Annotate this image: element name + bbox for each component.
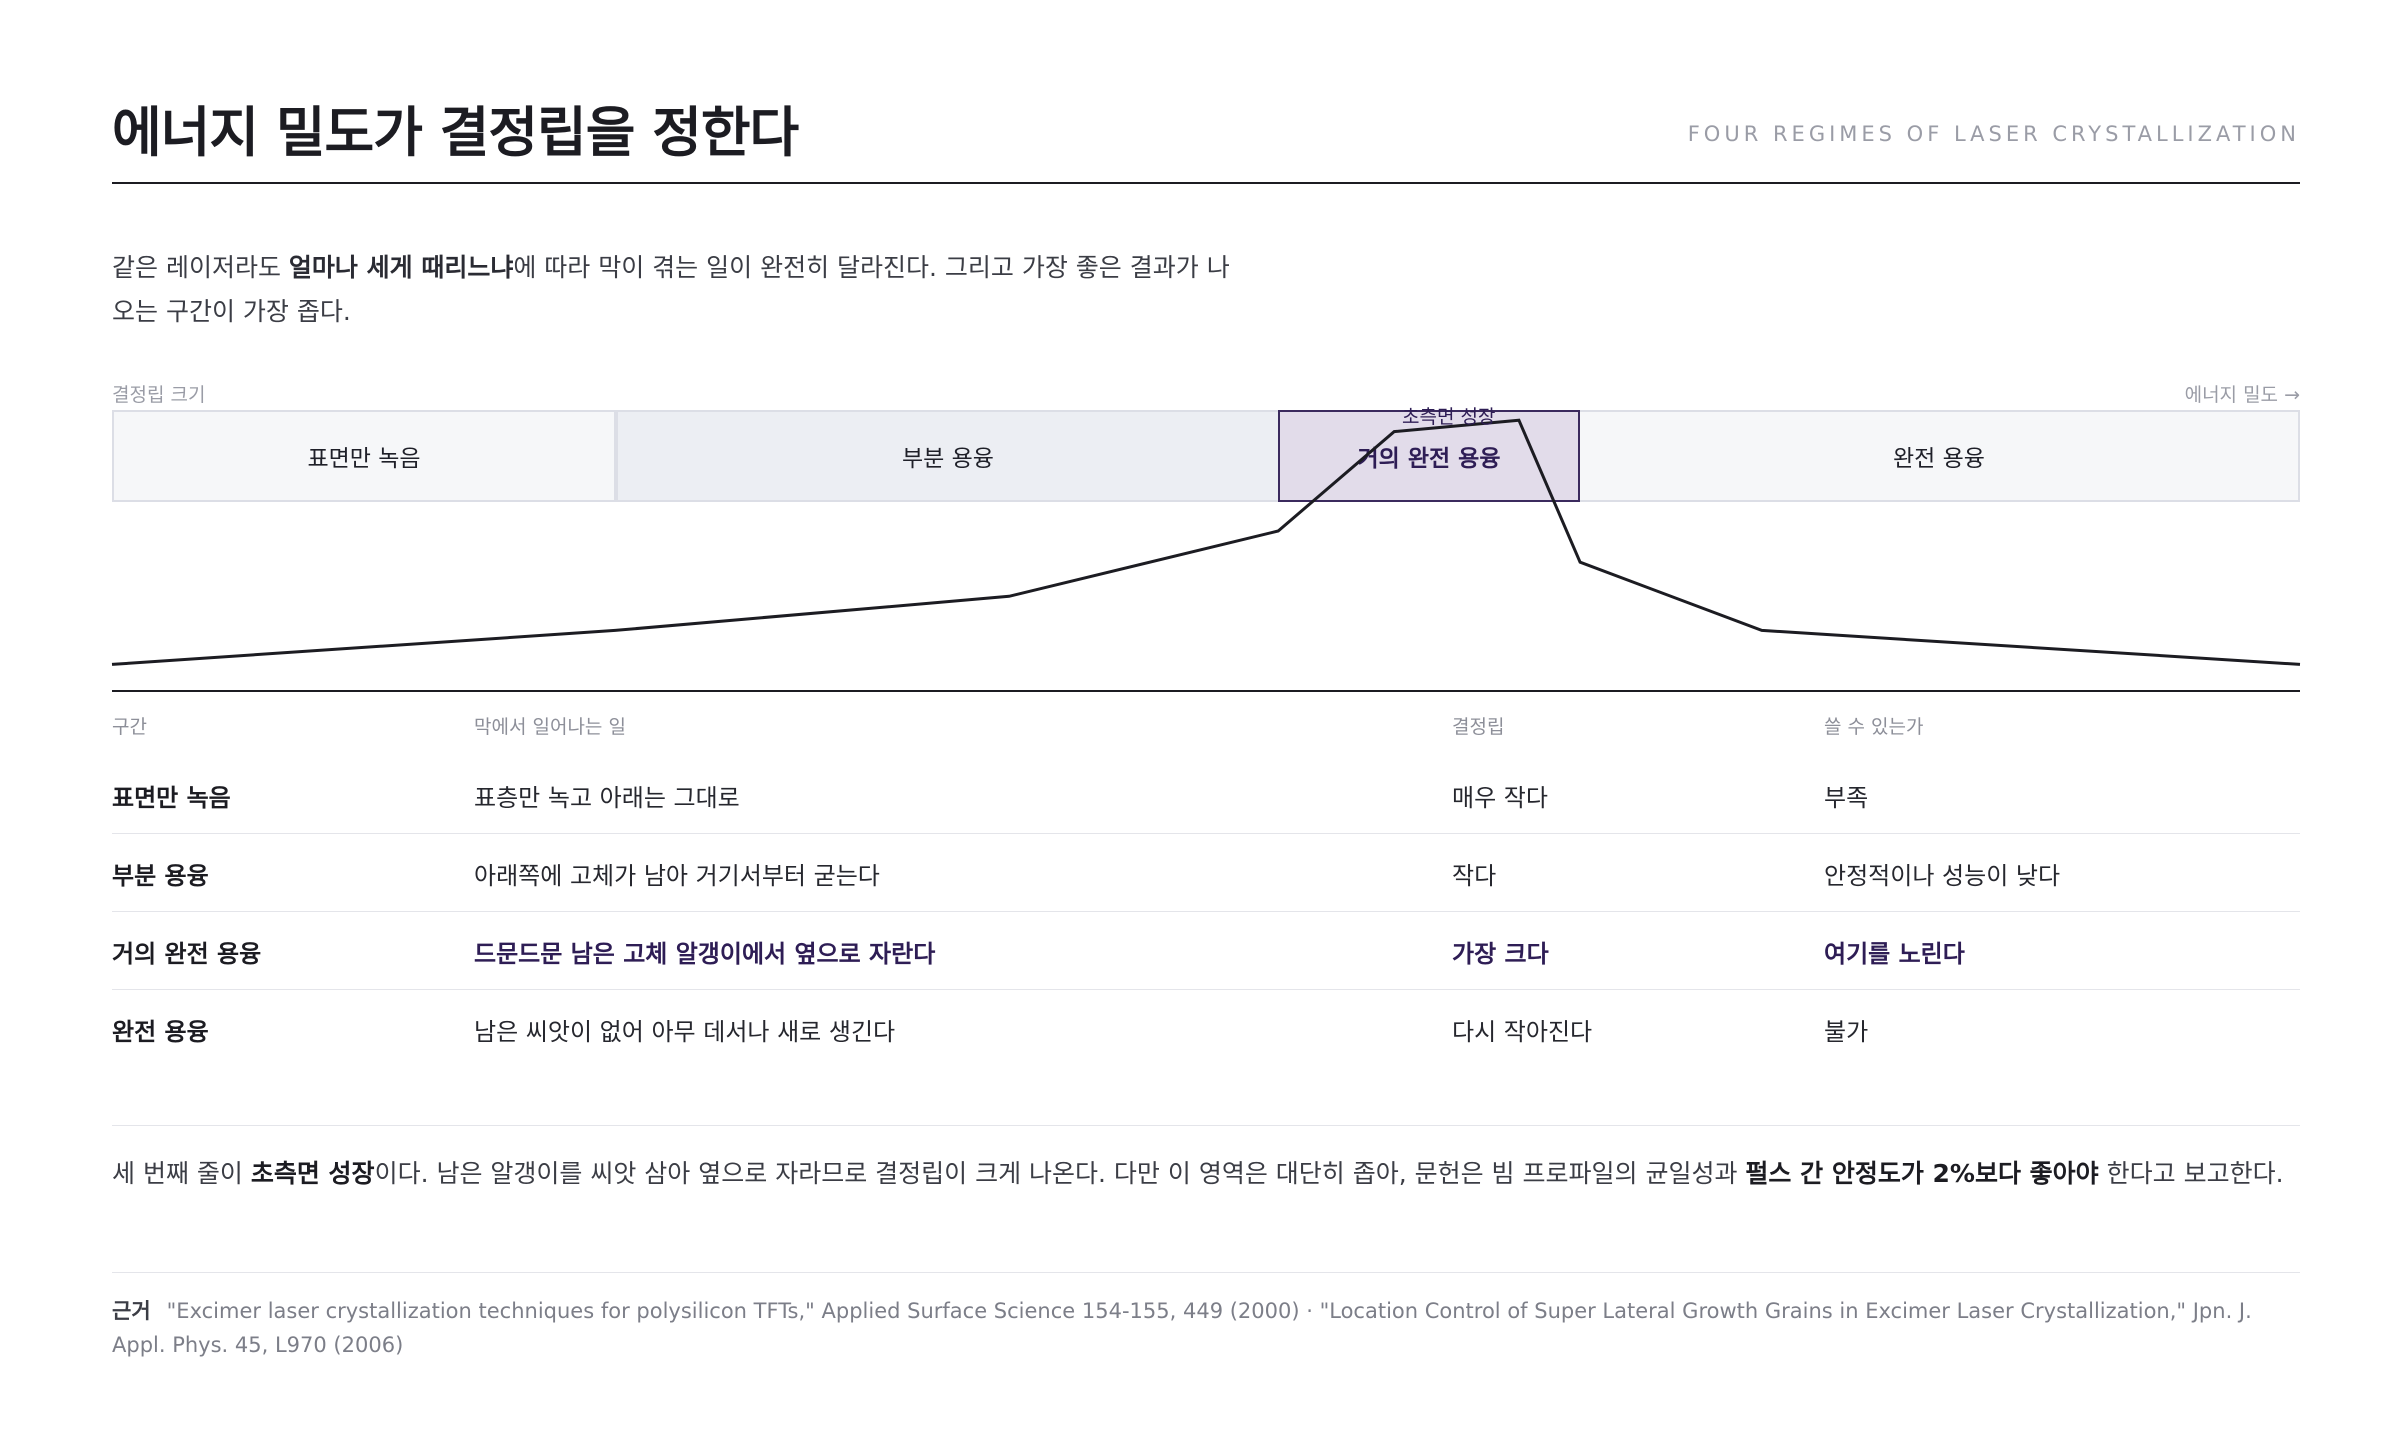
divider (112, 1272, 2300, 1273)
table-row: 부분 용융 아래쪽에 고체가 남아 거기서부터 굳는다 작다 안정적이나 성능이… (112, 834, 2300, 912)
table-header: 구간 막에서 일어나는 일 결정립 쓸 수 있는가 (112, 692, 2300, 756)
divider (112, 1125, 2300, 1126)
cell-film-event: 아래쪽에 고체가 남아 거기서부터 굳는다 (474, 862, 880, 890)
cell-grain: 다시 작아진다 (1452, 1018, 1593, 1046)
summary-text-1: 세 번째 줄이 (112, 1159, 251, 1188)
cell-regime: 부분 용융 (112, 862, 209, 890)
summary-text-2: 이다. 남은 알갱이를 씨앗 삼아 옆으로 자라므로 결정립이 크게 나온다. … (374, 1159, 1746, 1188)
references: 근거 "Excimer laser crystallization techniq… (112, 1294, 2300, 1362)
summary-emphasis-1: 초측면 성장 (250, 1159, 375, 1188)
column-header-grain: 결정립 (1452, 716, 1505, 738)
table-row-highlighted: 거의 완전 용융 드문드문 남은 고체 알갱이에서 옆으로 자란다 가장 크다 … (112, 912, 2300, 990)
summary-paragraph: 세 번째 줄이 초측면 성장이다. 남은 알갱이를 씨앗 삼아 옆으로 자라므로… (112, 1152, 2300, 1196)
grain-size-curve-chart (111, 418, 2301, 666)
cell-usable: 부족 (1824, 784, 1869, 812)
table-row: 표면만 녹음 표층만 녹고 아래는 그대로 매우 작다 부족 (112, 756, 2300, 834)
cell-grain: 작다 (1452, 862, 1497, 890)
grain-size-curve (111, 418, 2301, 666)
cell-grain: 가장 크다 (1452, 940, 1549, 968)
column-header-regime: 구간 (112, 716, 147, 738)
page: 에너지 밀도가 결정립을 정한다 FOUR REGIMES OF LASER C… (0, 0, 2400, 1432)
cell-regime: 완전 용융 (112, 1018, 209, 1046)
column-header-film-event: 막에서 일어나는 일 (474, 716, 626, 738)
cell-film-event: 표층만 녹고 아래는 그대로 (474, 784, 740, 812)
table-row: 완전 용융 남은 씨앗이 없어 아무 데서나 새로 생긴다 다시 작아진다 불가 (112, 990, 2300, 1067)
references-text: "Excimer laser crystallization technique… (112, 1299, 2252, 1357)
cell-usable: 불가 (1824, 1018, 1869, 1046)
cell-regime: 거의 완전 용융 (112, 940, 262, 968)
cell-regime: 표면만 녹음 (112, 784, 231, 812)
references-label: 근거 (112, 1299, 151, 1323)
cell-film-event: 남은 씨앗이 없어 아무 데서나 새로 생긴다 (474, 1018, 896, 1046)
cell-usable: 여기를 노린다 (1824, 940, 1965, 968)
summary-emphasis-2: 펄스 간 안정도가 2%보다 좋아야 (1745, 1159, 2099, 1188)
cell-usable: 안정적이나 성능이 낮다 (1824, 862, 2061, 890)
column-header-usable: 쓸 수 있는가 (1824, 716, 1924, 738)
cell-film-event: 드문드문 남은 고체 알갱이에서 옆으로 자란다 (474, 940, 936, 968)
cell-grain: 매우 작다 (1452, 784, 1548, 812)
slg-annotation: 초측면 성장 (1402, 406, 1496, 428)
regime-table: 구간 막에서 일어나는 일 결정립 쓸 수 있는가 표면만 녹음 표층만 녹고 … (112, 690, 2300, 1067)
summary-text-3: 한다고 보고한다. (2098, 1159, 2284, 1188)
